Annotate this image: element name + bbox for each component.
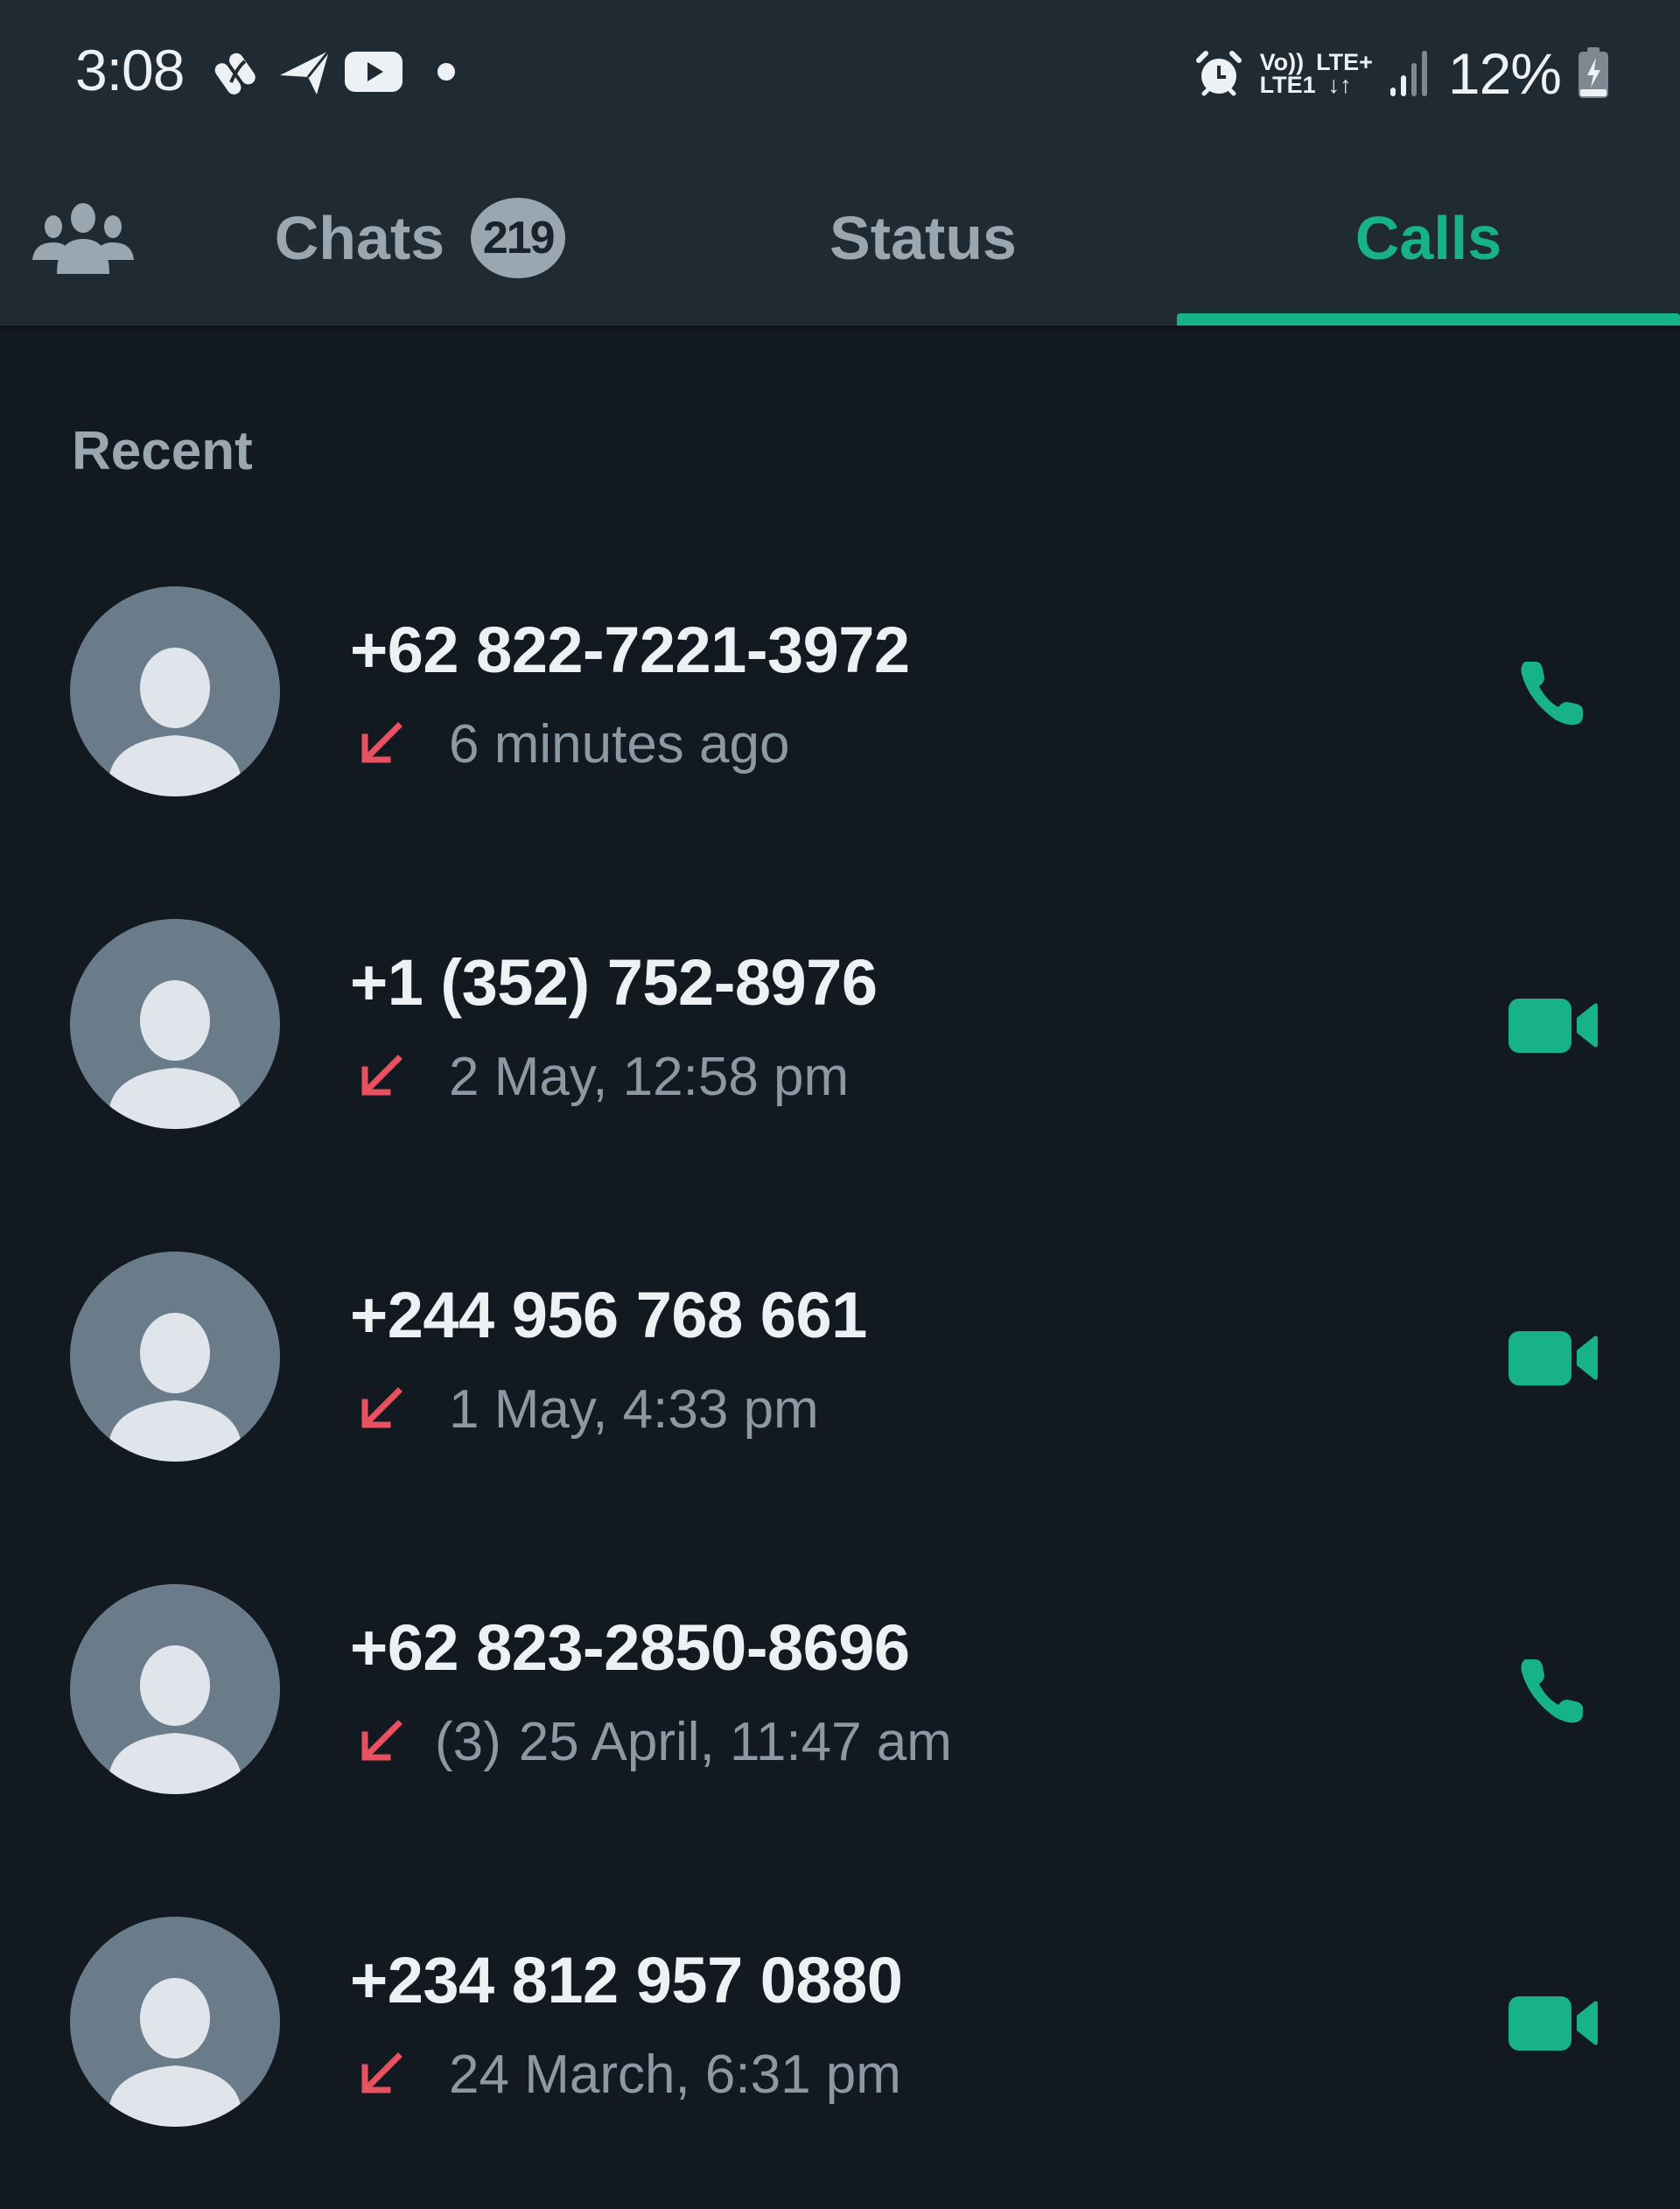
- sim-label: LTE1: [1259, 72, 1316, 98]
- tab-status[interactable]: Status: [665, 151, 1181, 326]
- volte-label: Vo)): [1259, 49, 1305, 75]
- video-camera-icon: [1508, 999, 1598, 1053]
- avatar[interactable]: [70, 1917, 280, 2127]
- app-notification-icon: [214, 53, 256, 95]
- tab-bar-divider: [0, 326, 1680, 329]
- call-details: 1 May, 4:33 pm: [354, 1378, 819, 1441]
- battery-charging-icon: [1578, 47, 1608, 98]
- network-indicator: Vo)) LTE+ LTE1 ↓↑: [1259, 49, 1373, 98]
- call-time: 25 April, 11:47 am: [518, 1712, 952, 1772]
- section-header-recent: Recent: [72, 421, 253, 481]
- notification-icons: [210, 46, 467, 98]
- default-contact-icon: [108, 1978, 242, 2127]
- video-call-button[interactable]: [1488, 971, 1619, 1076]
- voice-call-button[interactable]: [1488, 639, 1619, 744]
- tab-communities[interactable]: [26, 194, 140, 282]
- tab-status-label: Status: [830, 204, 1017, 272]
- call-details: 2 May, 12:58 pm: [354, 1046, 849, 1108]
- system-indicators: Vo)) LTE+ LTE1 ↓↑ 12%: [1194, 40, 1610, 107]
- video-camera-icon: [1508, 1331, 1598, 1385]
- call-details: (3) 25 April, 11:47 am: [354, 1711, 952, 1773]
- default-contact-icon: [108, 1645, 242, 1794]
- data-activity-arrows: ↓↑: [1327, 72, 1352, 98]
- battery-percent: 12%: [1447, 41, 1562, 106]
- tab-calls[interactable]: Calls: [1177, 151, 1680, 326]
- missed-call-arrow-icon: [361, 2051, 402, 2093]
- video-call-button[interactable]: [1488, 1304, 1619, 1409]
- default-contact-icon: [108, 980, 242, 1129]
- video-call-button[interactable]: [1488, 1969, 1619, 2074]
- telegram-icon: [280, 50, 331, 95]
- call-time: 24 March, 6:31 pm: [449, 2044, 901, 2105]
- tab-calls-label: Calls: [1354, 204, 1502, 272]
- missed-call-arrow-icon: [361, 1054, 402, 1095]
- call-count: (3): [435, 1712, 501, 1772]
- call-log-item[interactable]: +244 956 768 661 1 May, 4:33 pm: [0, 1190, 1680, 1523]
- tab-chats[interactable]: Chats 219: [175, 151, 665, 326]
- call-details: 6 minutes ago: [354, 713, 789, 775]
- tab-bar: Chats 219 Status Calls: [0, 151, 1680, 326]
- unread-count-badge: 219: [471, 198, 566, 278]
- video-camera-icon: [1508, 1996, 1598, 2051]
- caller-name: +62 823-2850-8696: [350, 1611, 910, 1684]
- default-contact-icon: [108, 1313, 242, 1462]
- avatar[interactable]: [70, 1252, 280, 1462]
- call-time: 1 May, 4:33 pm: [449, 1379, 819, 1440]
- missed-call-arrow-icon: [361, 721, 402, 762]
- alarm-icon: [1195, 51, 1242, 96]
- call-log-item[interactable]: +1 (352) 752-8976 2 May, 12:58 pm: [0, 858, 1680, 1190]
- youtube-icon: [345, 52, 402, 92]
- call-time: 2 May, 12:58 pm: [449, 1047, 850, 1107]
- caller-name: +62 822-7221-3972: [350, 614, 910, 686]
- caller-name: +234 812 957 0880: [350, 1944, 903, 2016]
- phone-icon: [1521, 662, 1583, 726]
- phone-icon: [1521, 1659, 1583, 1723]
- call-log-item[interactable]: +62 823-2850-8696 (3) 25 April, 11:47 am: [0, 1523, 1680, 1855]
- clock: 3:08: [75, 38, 185, 102]
- missed-call-arrow-icon: [361, 1386, 402, 1427]
- network-type: LTE+: [1316, 49, 1373, 75]
- avatar[interactable]: [70, 1584, 280, 1794]
- call-log-item[interactable]: +234 812 957 0880 24 March, 6:31 pm: [0, 1855, 1680, 2188]
- status-bar: 3:08 Vo)) LTE+ LTE1 ↓↑ 12%: [0, 0, 1680, 151]
- default-contact-icon: [108, 648, 242, 796]
- call-details: 24 March, 6:31 pm: [354, 2044, 901, 2106]
- avatar[interactable]: [70, 919, 280, 1129]
- tab-chats-label: Chats: [274, 204, 445, 272]
- more-notifications-dot-icon: [438, 63, 455, 81]
- avatar[interactable]: [70, 586, 280, 796]
- voice-call-button[interactable]: [1488, 1637, 1619, 1742]
- caller-name: +244 956 768 661: [350, 1279, 867, 1351]
- active-tab-indicator: [1177, 313, 1680, 326]
- call-log-item[interactable]: +62 822-7221-3972 6 minutes ago: [0, 525, 1680, 858]
- caller-name: +1 (352) 752-8976: [350, 946, 878, 1019]
- call-time: 6 minutes ago: [449, 714, 790, 775]
- communities-icon: [32, 203, 134, 274]
- signal-strength-icon: [1390, 51, 1427, 96]
- missed-call-arrow-icon: [361, 1719, 402, 1760]
